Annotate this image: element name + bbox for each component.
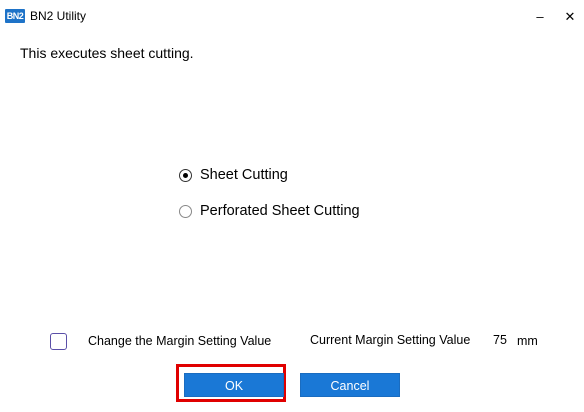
close-button[interactable]: ✕ [558,6,582,28]
radio-selected-icon[interactable] [179,168,192,182]
radio-sheet-cutting[interactable]: Sheet Cutting [179,164,288,186]
minimize-button[interactable]: – [528,6,552,28]
app-logo-icon: BN2 [5,9,25,23]
current-margin-value: 75 [493,333,507,347]
radio-perforated-sheet-cutting[interactable]: Perforated Sheet Cutting [179,200,360,222]
current-margin-unit: mm [517,334,538,348]
cancel-button[interactable]: Cancel [300,373,400,397]
change-margin-row[interactable]: Change the Margin Setting Value [50,330,271,352]
radio-label-sheet-cutting: Sheet Cutting [200,167,288,183]
change-margin-checkbox[interactable] [50,332,67,350]
dialog-message: This executes sheet cutting. [20,45,194,61]
current-margin-label: Current Margin Setting Value [310,333,471,347]
change-margin-label: Change the Margin Setting Value [88,334,272,348]
ok-button[interactable]: OK [184,373,284,397]
radio-label-perforated-sheet-cutting: Perforated Sheet Cutting [200,203,360,219]
radio-unselected-icon[interactable] [179,204,192,218]
window-title: BN2 Utility [30,9,87,23]
title-bar: BN2 BN2 Utility – ✕ [0,0,584,34]
